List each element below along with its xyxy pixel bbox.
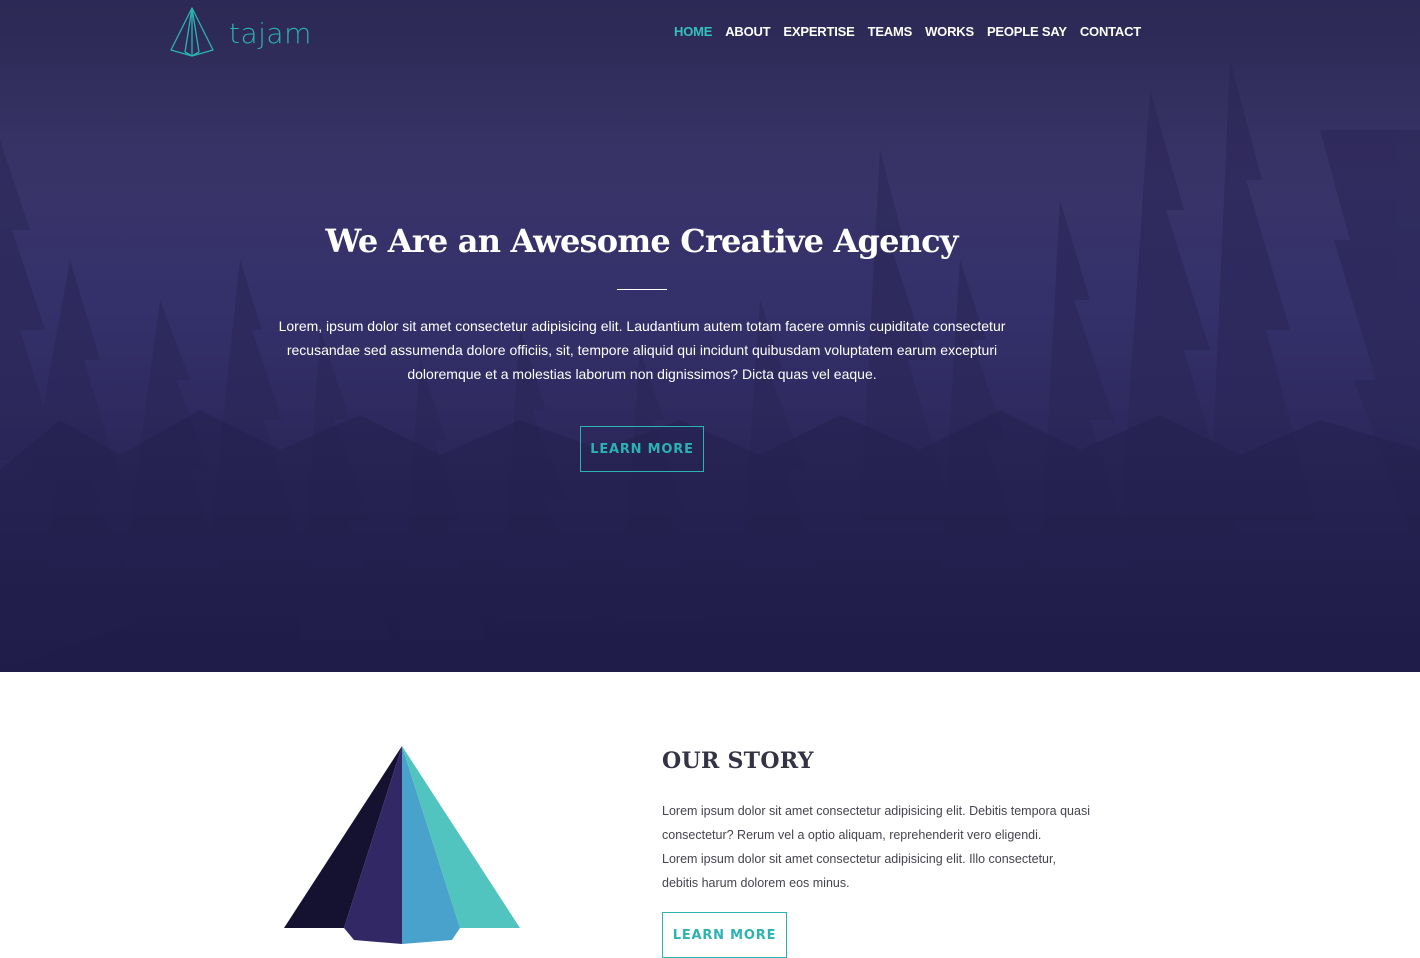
our-story-section: OUR STORY Lorem ipsum dolor sit amet con…: [0, 672, 1420, 958]
story-line: debitis harum dolorem eos minus.: [662, 876, 850, 890]
nav-item-home[interactable]: HOME: [674, 24, 712, 39]
hero-learn-more-button[interactable]: LEARN MORE: [580, 426, 704, 472]
brand-logo[interactable]: tajam: [169, 6, 312, 58]
story-description: Lorem ipsum dolor sit amet consectetur a…: [662, 799, 1112, 895]
story-line: Lorem ipsum dolor sit amet consectetur a…: [662, 852, 1056, 866]
story-title: OUR STORY: [662, 748, 814, 774]
nav-item-contact[interactable]: CONTACT: [1080, 24, 1141, 39]
hero-divider: [617, 289, 667, 290]
story-line: consectetur? Rerum vel a optio aliquam, …: [662, 828, 1042, 842]
hero-section: tajam HOME ABOUT EXPERTISE TEAMS WORKS P…: [0, 0, 1420, 672]
nav-item-teams[interactable]: TEAMS: [868, 24, 913, 39]
story-line: Lorem ipsum dolor sit amet consectetur a…: [662, 804, 1090, 818]
navbar: tajam HOME ABOUT EXPERTISE TEAMS WORKS P…: [0, 0, 1420, 66]
nav-item-people-say[interactable]: PEOPLE SAY: [987, 24, 1067, 39]
main-nav: HOME ABOUT EXPERTISE TEAMS WORKS PEOPLE …: [674, 24, 1154, 39]
nav-item-expertise[interactable]: EXPERTISE: [783, 24, 854, 39]
pyramid-illustration: [284, 746, 520, 944]
hero-description: Lorem, ipsum dolor sit amet consectetur …: [278, 318, 1006, 382]
nav-item-works[interactable]: WORKS: [925, 24, 974, 39]
hero-title: We Are an Awesome Creative Agency: [325, 222, 958, 260]
nav-item-about[interactable]: ABOUT: [725, 24, 770, 39]
brand-name: tajam: [229, 16, 312, 50]
pyramid-outline-icon: [170, 7, 214, 57]
story-learn-more-button[interactable]: LEARN MORE: [662, 912, 787, 958]
